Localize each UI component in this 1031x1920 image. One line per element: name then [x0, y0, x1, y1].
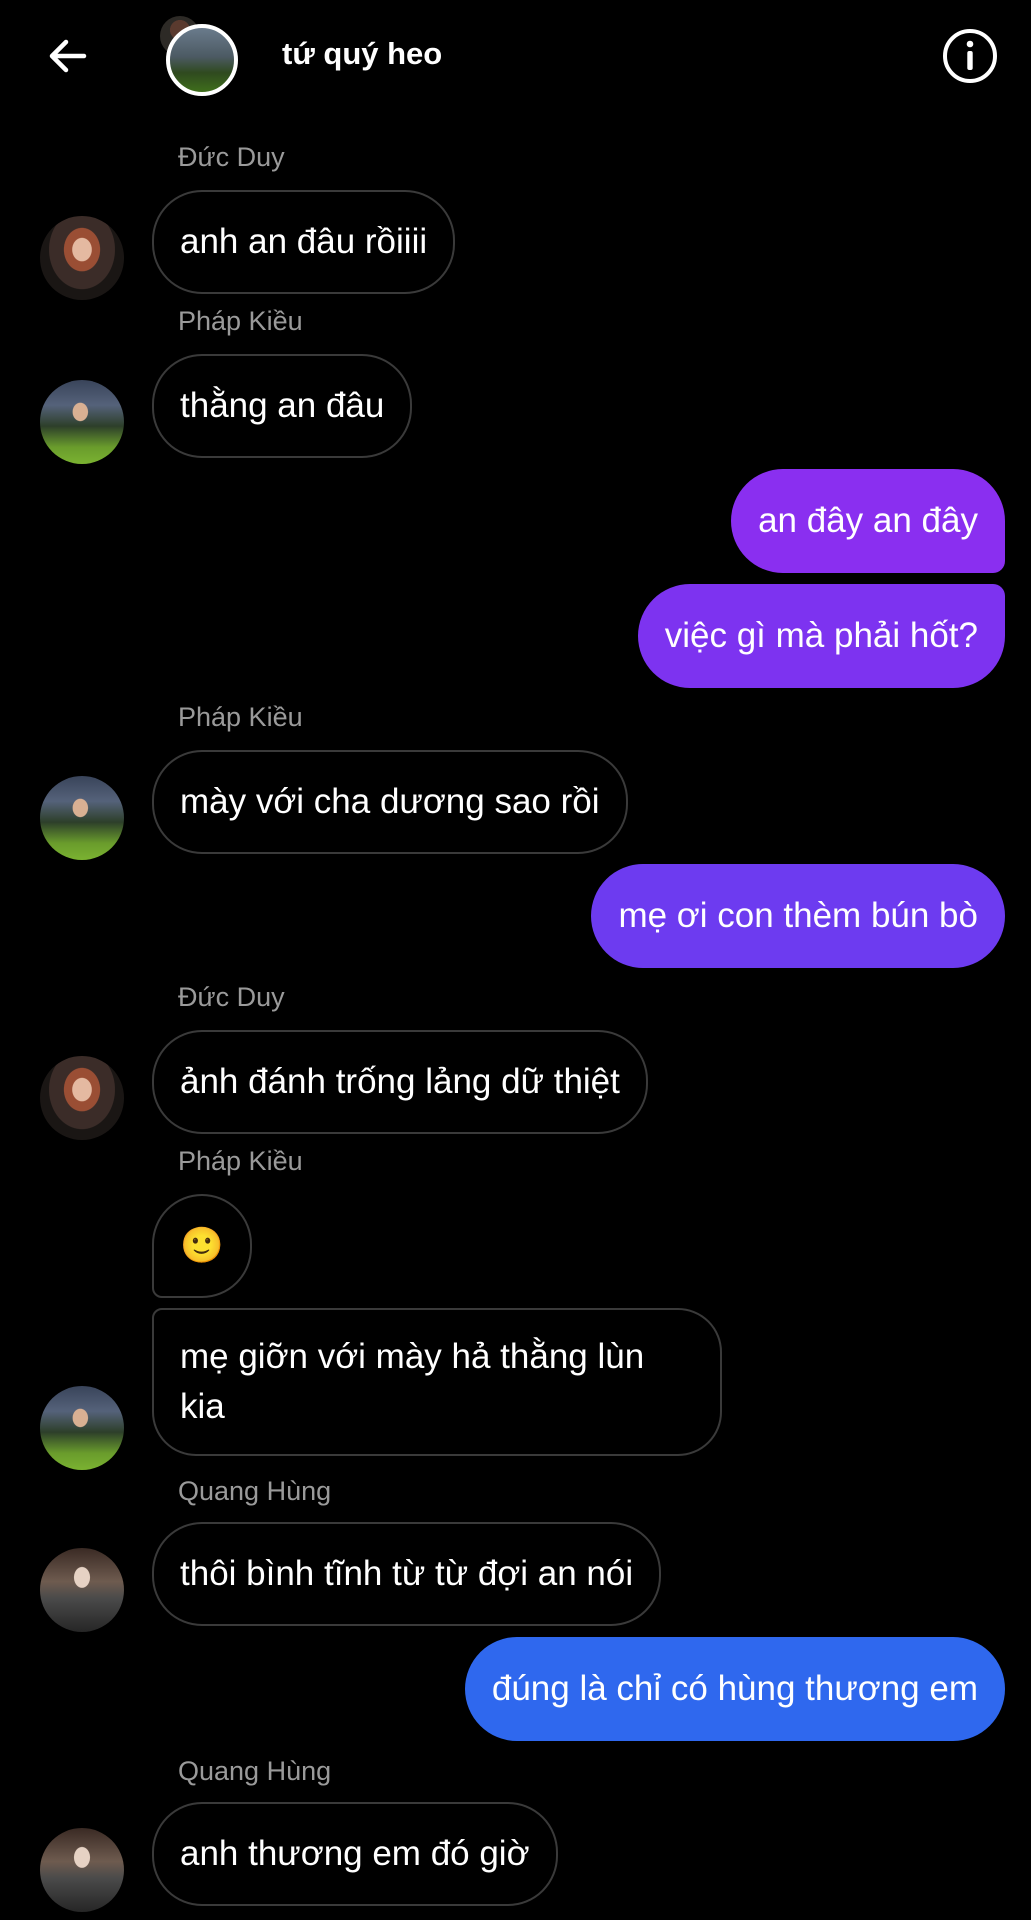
message-bubble-incoming[interactable]: mẹ giỡn với mày hả thằng lùn kia	[152, 1308, 722, 1456]
message-bubble-incoming[interactable]: ảnh đánh trống lảng dữ thiệt	[152, 1030, 648, 1134]
message-bubble-incoming[interactable]: anh thương em đó giờ	[152, 1802, 558, 1906]
sender-name: Pháp Kiều	[178, 702, 303, 732]
avatar[interactable]	[40, 380, 124, 464]
message-bubble-incoming[interactable]: mày với cha dương sao rồi	[152, 750, 628, 854]
back-button[interactable]	[38, 26, 98, 86]
message-bubble-incoming-emoji[interactable]: 🙂	[152, 1194, 252, 1298]
info-button[interactable]	[940, 26, 1000, 86]
group-avatar-primary	[166, 24, 238, 96]
group-avatar[interactable]	[160, 16, 244, 100]
sender-name: Đức Duy	[178, 982, 285, 1012]
sender-name: Đức Duy	[178, 142, 285, 172]
sender-name: Quang Hùng	[178, 1476, 332, 1506]
arrow-left-icon	[49, 39, 87, 73]
chat-header: tứ quý heo	[0, 0, 1031, 120]
avatar[interactable]	[40, 776, 124, 860]
message-bubble-incoming[interactable]: thằng an đâu	[152, 354, 413, 458]
avatar[interactable]	[40, 1548, 124, 1632]
message-bubble-outgoing[interactable]: đúng là chỉ có hùng thương em	[464, 1637, 1005, 1741]
avatar[interactable]	[40, 1828, 124, 1912]
avatar[interactable]	[40, 1386, 124, 1470]
message-bubble-incoming[interactable]: anh an đâu rồiiii	[152, 190, 456, 294]
avatar[interactable]	[40, 216, 124, 300]
group-title[interactable]: tứ quý heo	[282, 36, 442, 72]
message-bubble-outgoing[interactable]: mẹ ơi con thèm bún bò	[591, 864, 1005, 968]
message-bubble-incoming[interactable]: thôi bình tĩnh từ từ đợi an nói	[152, 1522, 662, 1626]
sender-name: Quang Hùng	[178, 1756, 332, 1786]
message-bubble-outgoing[interactable]: an đây an đây	[731, 469, 1005, 573]
info-circle-icon	[943, 29, 997, 83]
sender-name: Pháp Kiều	[178, 1146, 303, 1176]
avatar[interactable]	[40, 1056, 124, 1140]
message-bubble-outgoing[interactable]: việc gì mà phải hốt?	[637, 584, 1005, 688]
sender-name: Pháp Kiều	[178, 306, 303, 336]
